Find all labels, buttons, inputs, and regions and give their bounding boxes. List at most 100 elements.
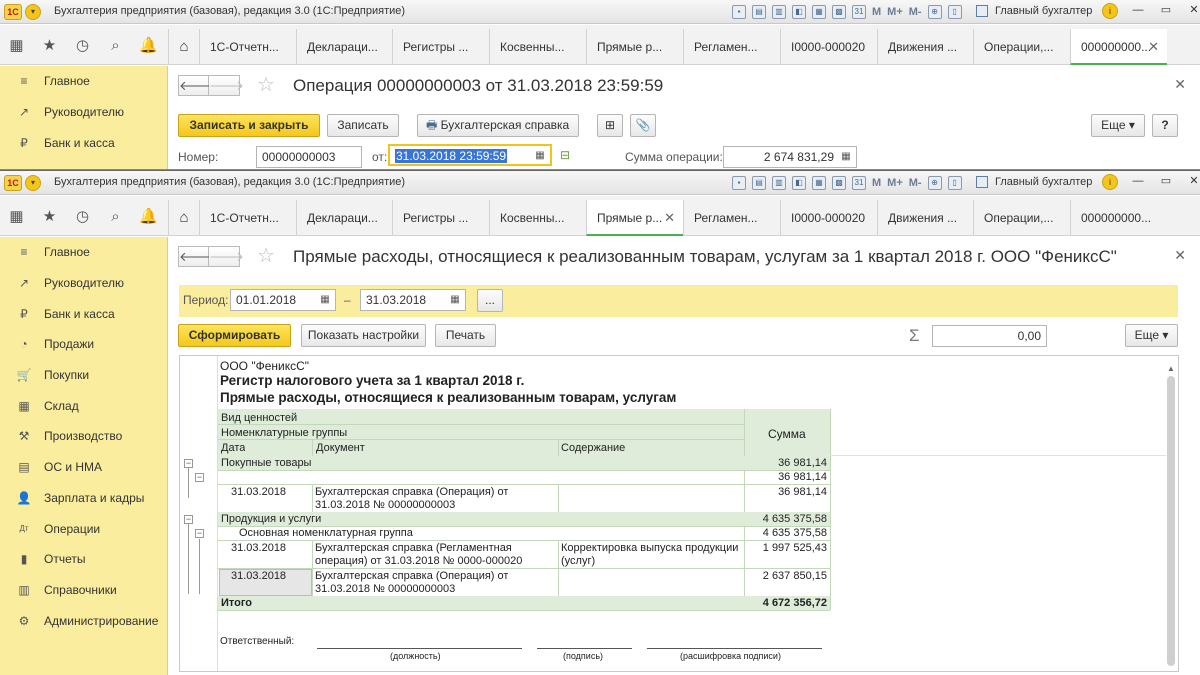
user-name[interactable]: Главный бухгалтер (995, 5, 1092, 17)
sidebar-item-catalogs[interactable]: ▥ Справочники (0, 575, 167, 606)
memory-plus-button[interactable]: M+ (887, 177, 903, 189)
sidebar-item-sales-partial[interactable] (0, 158, 167, 169)
back-arrow-icon[interactable]: 🡐 (178, 75, 214, 96)
tab-direct[interactable]: Прямые р... (586, 29, 683, 65)
sum-field[interactable]: 2 674 831,29 ▦ (723, 146, 857, 168)
calc-small-icon[interactable]: ⊟ (560, 148, 570, 162)
print-button[interactable]: Печать (435, 324, 496, 347)
calendar-icon[interactable]: ▦ (812, 5, 826, 19)
scroll-thumb[interactable] (1167, 376, 1175, 666)
generate-button[interactable]: Сформировать (178, 324, 291, 347)
sidebar-item-bank[interactable]: ₽ Банк и касса (0, 127, 167, 158)
print-icon[interactable]: ▤ (752, 176, 766, 190)
preview-icon[interactable]: ▥ (772, 176, 786, 190)
save-icon[interactable]: ▪ (732, 176, 746, 190)
collapse-subgroup-icon[interactable]: − (195, 529, 204, 538)
tab-indirect[interactable]: Косвенны... (489, 29, 586, 65)
scroll-up-arrow-icon[interactable]: ▲ (1167, 364, 1175, 373)
tab-registers[interactable]: Регистры ... (392, 200, 489, 236)
info-icon[interactable]: i (1102, 174, 1118, 190)
sum-selected-field[interactable]: 0,00 (932, 325, 1047, 347)
more-button[interactable]: Еще ▾ (1091, 114, 1145, 137)
main-menu-icon[interactable]: ▾ (25, 4, 41, 20)
save-icon[interactable]: ▪ (732, 5, 746, 19)
structure-icon[interactable]: ⊞ (597, 114, 623, 137)
close-button[interactable]: ✕ (1186, 3, 1200, 19)
sidebar-item-production[interactable]: ⚒ Производство (0, 421, 167, 452)
tab-home[interactable]: ⌂ (168, 29, 199, 65)
calendar-icon[interactable]: ▦ (317, 292, 333, 308)
zoom-icon[interactable]: ⊕ (927, 176, 942, 190)
tab-operation-doc[interactable]: 000000000... (1070, 200, 1167, 236)
tab-1c-reporting[interactable]: 1С-Отчетн... (199, 29, 296, 65)
calendar31-icon[interactable]: 31 (852, 176, 866, 190)
accounting-reference-button[interactable]: 🖶 Бухгалтерская справка (417, 114, 579, 137)
zoom-icon[interactable]: ⊕ (927, 5, 942, 19)
tab-declarations[interactable]: Деклараци... (296, 29, 392, 65)
period-to-field[interactable]: 31.03.2018 ▦ (360, 289, 466, 311)
period-from-field[interactable]: 01.01.2018 ▦ (230, 289, 336, 311)
calculator-icon[interactable]: ▦ (838, 149, 854, 165)
calendar-icon[interactable]: ▦ (447, 292, 463, 308)
memory-m-button[interactable]: M (872, 177, 881, 189)
back-arrow-icon[interactable]: 🡐 (178, 246, 214, 267)
tab-direct[interactable]: Прямые р... ✕ (586, 200, 683, 236)
compare-icon[interactable]: ◧ (792, 5, 806, 19)
sidebar-item-bank[interactable]: ₽ Банк и касса (0, 298, 167, 329)
tab-registers[interactable]: Регистры ... (392, 29, 489, 65)
print-icon[interactable]: ▤ (752, 5, 766, 19)
save-and-close-button[interactable]: Записать и закрыть (178, 114, 320, 137)
tab-reglament[interactable]: Регламен... (683, 29, 780, 65)
bell-icon[interactable]: 🔔 (132, 196, 165, 236)
calc-icon[interactable]: ▩ (832, 5, 846, 19)
sidebar-item-purchases[interactable]: 🛒 Покупки (0, 360, 167, 391)
compare-icon[interactable]: ◧ (792, 176, 806, 190)
sidebar-item-sales[interactable]: ◔ Продажи (0, 329, 167, 360)
apps-grid-icon[interactable]: ▦ (0, 25, 33, 65)
user-name[interactable]: Главный бухгалтер (995, 176, 1092, 188)
memory-plus-button[interactable]: M+ (887, 6, 903, 18)
main-menu-icon[interactable]: ▾ (25, 175, 41, 191)
tab-close-icon[interactable]: ✕ (1148, 29, 1159, 63)
calendar31-icon[interactable]: 31 (852, 5, 866, 19)
tab-movements[interactable]: Движения ... (877, 200, 973, 236)
memory-minus-button[interactable]: M- (909, 177, 922, 189)
show-settings-button[interactable]: Показать настройки (301, 324, 426, 347)
tab-operation-doc[interactable]: 000000000... ✕ (1070, 29, 1167, 65)
collapse-group-icon[interactable]: − (184, 459, 193, 468)
apps-grid-icon[interactable]: ▦ (0, 196, 33, 236)
vertical-scrollbar[interactable]: ▲ (1167, 364, 1175, 666)
tab-reglament[interactable]: Регламен... (683, 200, 780, 236)
date-field[interactable]: 31.03.2018 23:59:59 ▦ (388, 144, 552, 166)
tab-operations[interactable]: Операции,... (973, 200, 1070, 236)
info-icon[interactable]: i (1102, 3, 1118, 19)
maximize-button[interactable]: ▭ (1158, 3, 1174, 19)
sidebar-item-operations[interactable]: Дт Операции (0, 513, 167, 544)
form-close-icon[interactable]: ✕ (1174, 247, 1186, 264)
preview-icon[interactable]: ▥ (772, 5, 786, 19)
sidebar-item-manager[interactable]: ↗ Руководителю (0, 268, 167, 299)
memory-m-button[interactable]: M (872, 6, 881, 18)
tab-operations[interactable]: Операции,... (973, 29, 1070, 65)
sidebar-item-manager[interactable]: ↗ Руководителю (0, 97, 167, 128)
tab-home[interactable]: ⌂ (168, 200, 199, 236)
sidebar-item-payroll[interactable]: 👤 Зарплата и кадры (0, 483, 167, 514)
tab-doc-i0000[interactable]: I0000-000020 (780, 200, 877, 236)
calendar-icon[interactable]: ▦ (532, 148, 548, 164)
save-button[interactable]: Записать (327, 114, 399, 137)
sidebar-item-warehouse[interactable]: ▦ Склад (0, 390, 167, 421)
maximize-button[interactable]: ▭ (1158, 174, 1174, 190)
favorites-star-icon[interactable]: ★ (33, 25, 66, 65)
tab-movements[interactable]: Движения ... (877, 29, 973, 65)
form-close-icon[interactable]: ✕ (1174, 76, 1186, 93)
search-icon[interactable]: ⌕ (99, 196, 132, 236)
sidebar-item-reports[interactable]: ▮ Отчеты (0, 544, 167, 575)
minimize-button[interactable]: — (1130, 3, 1146, 19)
collapse-group-icon[interactable]: − (184, 515, 193, 524)
forward-arrow-icon[interactable]: 🡒 (209, 75, 244, 96)
favorite-star-icon[interactable]: ☆ (257, 243, 275, 268)
tab-1c-reporting[interactable]: 1С-Отчетн... (199, 200, 296, 236)
minimize-button[interactable]: — (1130, 174, 1146, 190)
report-spreadsheet[interactable]: ООО "ФениксС" Регистр налогового учета з… (179, 355, 1179, 672)
history-icon[interactable]: ◷ (66, 196, 99, 236)
